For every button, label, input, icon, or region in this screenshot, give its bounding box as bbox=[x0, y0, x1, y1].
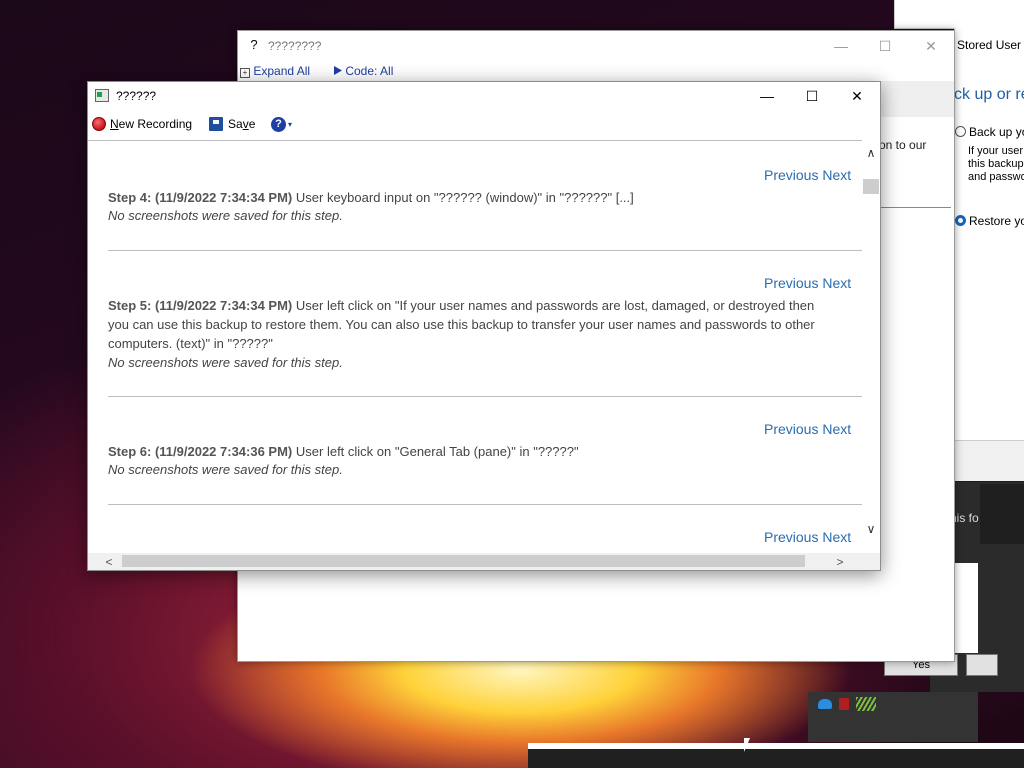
tray-app-icon[interactable] bbox=[839, 698, 849, 710]
steps-recorder-icon-dot bbox=[97, 92, 102, 97]
steps-recorder-titlebar[interactable]: ?????? — ☐ ✕ bbox=[88, 82, 880, 110]
scroll-up-icon[interactable]: ∧ bbox=[862, 146, 880, 160]
step-heading: Step 6: (11/9/2022 7:34:36 PM) bbox=[108, 444, 293, 459]
restore-option-label: Restore you bbox=[969, 214, 1024, 228]
taskbar bbox=[528, 749, 1024, 768]
backup-radio[interactable] bbox=[955, 126, 966, 137]
backup-option-label: Back up you bbox=[969, 125, 1024, 139]
previous-next-links[interactable]: Previous Next bbox=[764, 421, 851, 437]
step-text: Step 6: (11/9/2022 7:34:36 PM) User left… bbox=[108, 444, 579, 459]
maximize-button[interactable]: ☐ bbox=[789, 81, 835, 111]
step-divider bbox=[108, 504, 862, 505]
steps-content: Previous Next Step 4: (11/9/2022 7:34:34… bbox=[88, 141, 862, 554]
step-text: Step 5: (11/9/2022 7:34:34 PM) User left… bbox=[108, 298, 815, 313]
code-filter-link[interactable]: Code: All bbox=[334, 64, 393, 78]
backup-option-description: If your user n this backup and passwo bbox=[968, 145, 1024, 183]
close-button[interactable]: ✕ bbox=[908, 31, 954, 61]
stored-user-names-heading: ck up or re bbox=[954, 86, 1024, 103]
stored-user-names-title: Stored User N bbox=[957, 38, 1024, 52]
previous-next-links[interactable]: Previous Next bbox=[764, 167, 851, 183]
minimize-button[interactable]: — bbox=[744, 81, 790, 111]
previous-next-links[interactable]: Previous Next bbox=[764, 275, 851, 291]
floppy-disk-icon bbox=[209, 117, 223, 131]
step-note: No screenshots were saved for this step. bbox=[108, 208, 343, 223]
minimize-button[interactable]: — bbox=[818, 31, 864, 61]
horizontal-scroll-thumb[interactable] bbox=[122, 555, 805, 567]
help-viewer-snippet: on to our bbox=[879, 138, 927, 152]
vertical-scroll-thumb[interactable] bbox=[863, 179, 879, 194]
step-text: Step 4: (11/9/2022 7:34:34 PM) User keyb… bbox=[108, 190, 634, 205]
network-icon[interactable] bbox=[856, 697, 876, 711]
help-icon: ? bbox=[271, 117, 286, 132]
new-recording-label: New Recording bbox=[110, 117, 193, 131]
vertical-scrollbar[interactable] bbox=[862, 140, 880, 554]
help-menu-button[interactable]: ? ▾ bbox=[270, 115, 298, 135]
scroll-left-icon[interactable]: < bbox=[102, 554, 116, 570]
save-label: Save bbox=[228, 117, 256, 131]
background-window-top-edge bbox=[894, 0, 1024, 29]
scrollbar-corner bbox=[862, 553, 880, 570]
step-note: No screenshots were saved for this step. bbox=[108, 462, 343, 477]
record-icon bbox=[92, 117, 106, 131]
secondary-dialog-button[interactable] bbox=[966, 654, 998, 676]
restore-radio[interactable] bbox=[955, 215, 966, 226]
filter-icon bbox=[334, 66, 342, 75]
steps-recorder-title: ?????? bbox=[116, 89, 157, 103]
help-document-icon: ? bbox=[250, 37, 258, 52]
tray-popup bbox=[808, 692, 978, 742]
step-heading: Step 4: (11/9/2022 7:34:34 PM) bbox=[108, 190, 293, 205]
expand-icon: + bbox=[240, 68, 250, 78]
expand-all-label: Expand All bbox=[253, 64, 311, 78]
maximize-button[interactable]: ☐ bbox=[862, 31, 908, 61]
onedrive-icon[interactable] bbox=[818, 699, 832, 709]
scroll-down-icon[interactable]: ∨ bbox=[862, 522, 880, 536]
code-filter-label: Code: All bbox=[345, 64, 394, 78]
scroll-right-icon[interactable]: > bbox=[833, 554, 847, 570]
chevron-down-icon: ▾ bbox=[288, 120, 293, 129]
expand-all-link[interactable]: + Expand All bbox=[240, 64, 310, 78]
step-text-continued: you can use this backup to restore them.… bbox=[108, 317, 815, 332]
steps-recorder-toolbar bbox=[88, 110, 880, 140]
help-viewer-rule bbox=[879, 207, 951, 208]
step-divider bbox=[108, 250, 862, 251]
previous-next-links[interactable]: Previous Next bbox=[764, 529, 851, 545]
help-viewer-titlebar[interactable]: ? ???????? — ☐ ✕ bbox=[238, 31, 954, 61]
step-note: No screenshots were saved for this step. bbox=[108, 355, 343, 370]
step-heading: Step 5: (11/9/2022 7:34:34 PM) bbox=[108, 298, 293, 313]
help-viewer-title: ???????? bbox=[268, 39, 322, 53]
dark-dialog-panel bbox=[980, 484, 1024, 544]
steps-recorder-window: ?????? — ☐ ✕ New Recording Save ? ▾ Prev… bbox=[87, 81, 881, 571]
stored-user-names-footer bbox=[954, 440, 1024, 481]
mouse-cursor-icon bbox=[744, 738, 750, 752]
close-button[interactable]: ✕ bbox=[834, 81, 880, 111]
step-text-continued: computers. (text)" in "?????" bbox=[108, 336, 273, 351]
step-divider bbox=[108, 396, 862, 397]
